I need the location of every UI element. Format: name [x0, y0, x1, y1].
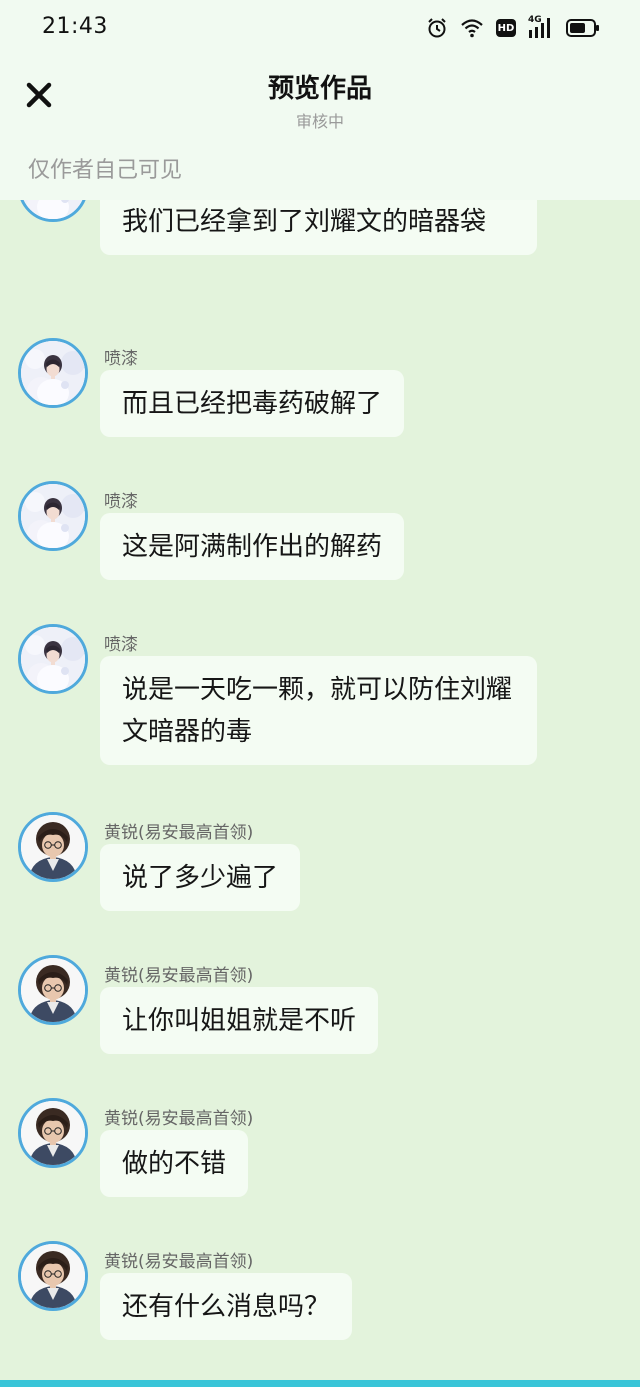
status-bar: 21:43 HD 4G [0, 0, 640, 56]
status-time: 21:43 [42, 14, 108, 39]
top-bar: 21:43 HD 4G 预览作品 审核中 仅作者自己可见 [0, 0, 640, 200]
avatar[interactable] [18, 955, 88, 1025]
avatar[interactable] [18, 338, 88, 408]
avatar[interactable] [18, 1098, 88, 1168]
sender-name: 黄锐(易安最高首领) [104, 823, 254, 843]
sender-name: 黄锐(易安最高首领) [104, 1252, 254, 1272]
message-text: 我们已经拿到了刘耀文的暗器袋 [122, 207, 487, 237]
bottom-accent-strip [0, 1380, 640, 1387]
sender-name: 喷漆 [104, 492, 138, 512]
message-feed[interactable]: 我们已经拿到了刘耀文的暗器袋 喷漆 而且已经把毒药破解了 喷漆 这是阿满制作出的… [0, 200, 640, 1380]
message-bubble[interactable]: 这是阿满制作出的解药 [100, 513, 405, 580]
sender-name: 喷漆 [104, 635, 138, 655]
girl-avatar-icon [21, 484, 85, 548]
avatar[interactable] [18, 200, 88, 222]
sender-name: 黄锐(易安最高首领) [104, 1109, 254, 1129]
message-text: 说是一天吃一颗，就可以防住刘耀文暗器的毒 [122, 675, 513, 747]
header: 预览作品 审核中 [0, 56, 640, 146]
battery-icon [566, 18, 600, 38]
message-text: 让你叫姐姐就是不听 [122, 1006, 357, 1036]
visibility-note: 仅作者自己可见 [28, 158, 183, 183]
page-subtitle: 审核中 [295, 112, 344, 131]
girl-avatar-icon [21, 627, 85, 691]
sender-name: 喷漆 [104, 349, 138, 369]
message-bubble[interactable]: 而且已经把毒药破解了 [100, 370, 405, 437]
avatar[interactable] [18, 1241, 88, 1311]
cell-signal-icon: 4G [528, 15, 554, 39]
girl-avatar-icon [21, 200, 85, 219]
message-text: 而且已经把毒药破解了 [122, 389, 383, 419]
sender-name: 黄锐(易安最高首领) [104, 966, 254, 986]
hd-icon: HD [496, 19, 516, 37]
message-bubble[interactable]: 说是一天吃一颗，就可以防住刘耀文暗器的毒 [100, 656, 537, 765]
message-bubble[interactable]: 让你叫姐姐就是不听 [100, 987, 379, 1054]
message-bubble[interactable]: 做的不错 [100, 1130, 249, 1197]
girl-avatar-icon [21, 341, 85, 405]
message-text: 说了多少遍了 [122, 863, 279, 893]
message-text: 做的不错 [122, 1149, 227, 1179]
wifi-icon [460, 18, 484, 38]
message-bubble[interactable]: 还有什么消息吗？ [100, 1273, 353, 1340]
boy-avatar-icon [21, 815, 85, 879]
boy-avatar-icon [21, 958, 85, 1022]
boy-avatar-icon [21, 1244, 85, 1308]
avatar[interactable] [18, 624, 88, 694]
avatar[interactable] [18, 812, 88, 882]
alarm-icon [426, 17, 448, 39]
page-title: 预览作品 [267, 74, 372, 104]
message-text: 这是阿满制作出的解药 [122, 532, 383, 562]
avatar[interactable] [18, 481, 88, 551]
message-bubble[interactable]: 说了多少遍了 [100, 844, 301, 911]
message-bubble[interactable]: 我们已经拿到了刘耀文的暗器袋 [100, 200, 537, 255]
message-text: 还有什么消息吗？ [122, 1292, 331, 1322]
boy-avatar-icon [21, 1101, 85, 1165]
status-icons: HD 4G [426, 15, 600, 40]
